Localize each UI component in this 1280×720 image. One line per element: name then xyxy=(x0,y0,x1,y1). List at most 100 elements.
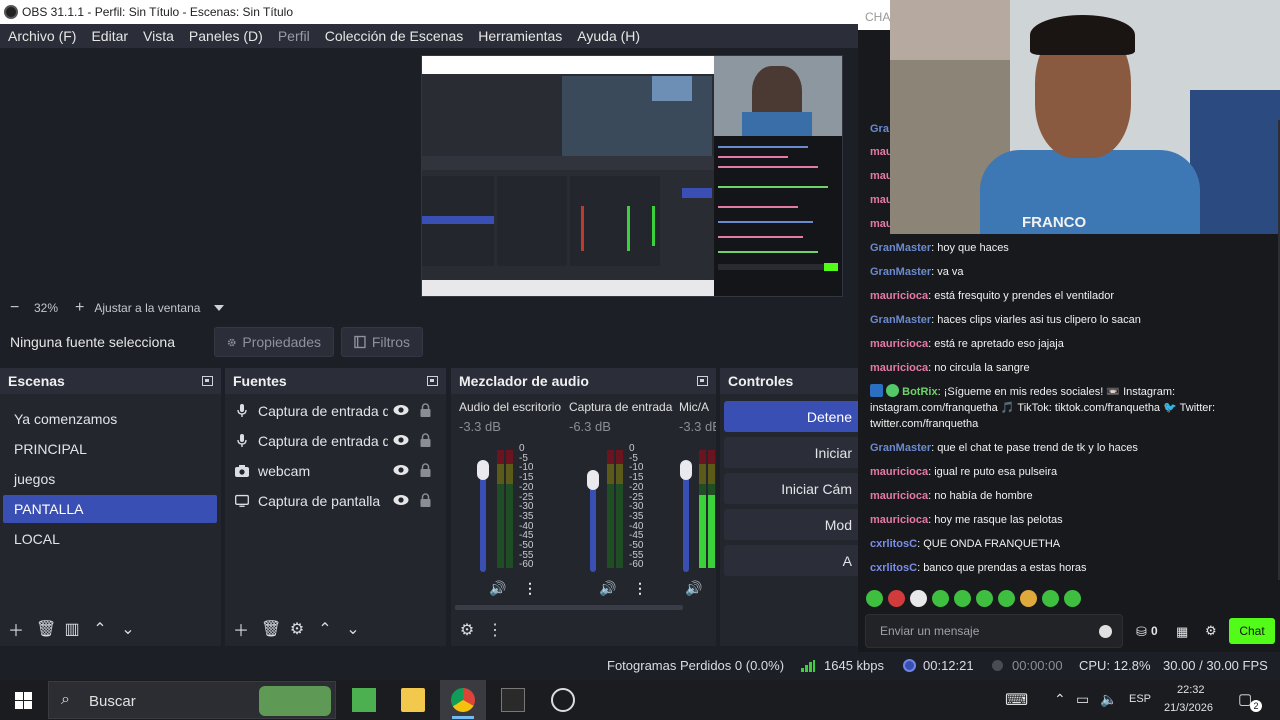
lock-icon[interactable] xyxy=(420,433,431,447)
menu-profile[interactable]: Perfil xyxy=(278,28,310,44)
emote-icon[interactable] xyxy=(932,590,949,607)
scene-item[interactable]: PRINCIPAL xyxy=(3,435,217,463)
volume-fader-knob[interactable] xyxy=(680,460,692,480)
preview-nested-titlebar xyxy=(422,56,714,74)
add-source-icon[interactable]: ＋ xyxy=(233,617,249,641)
obs-taskbar-icon[interactable] xyxy=(551,688,575,712)
source-item[interactable]: webcam xyxy=(225,456,446,486)
undock-icon[interactable] xyxy=(202,376,213,386)
source-item[interactable]: Captura de entrada de audio xyxy=(225,396,446,426)
scene-item[interactable]: Ya comenzamos xyxy=(3,405,217,433)
scene-filter-icon[interactable]: ▥ xyxy=(64,619,80,639)
menu-file[interactable]: Archivo (F) xyxy=(8,28,76,44)
more-options-icon[interactable]: ⋮ xyxy=(523,580,537,597)
source-item[interactable]: Captura de entrada de audio xyxy=(225,426,446,456)
menu-docks[interactable]: Paneles (D) xyxy=(189,28,263,44)
lock-icon[interactable] xyxy=(420,403,431,417)
emoji-icon[interactable] xyxy=(1099,625,1112,638)
menu-tools[interactable]: Herramientas xyxy=(478,28,562,44)
trash-icon[interactable]: 🗑 xyxy=(36,619,56,639)
points-icon[interactable]: ⛁ xyxy=(1136,624,1147,640)
file-explorer-icon[interactable] xyxy=(401,688,425,712)
start-recording-button[interactable]: Iniciar xyxy=(724,437,858,468)
properties-button[interactable]: Propiedades xyxy=(214,327,334,357)
emote-icon[interactable] xyxy=(1042,590,1059,607)
move-up-icon[interactable]: ⌃ xyxy=(317,619,333,639)
emote-icon[interactable] xyxy=(866,590,883,607)
live-indicator-icon xyxy=(903,659,916,672)
lock-icon[interactable] xyxy=(420,463,431,477)
scene-item[interactable]: LOCAL xyxy=(3,525,217,553)
settings-button[interactable]: A xyxy=(724,545,858,576)
emote-icon[interactable] xyxy=(998,590,1015,607)
advanced-audio-icon[interactable]: ⚙ xyxy=(459,620,475,640)
speaker-icon[interactable]: 🔊 xyxy=(489,580,506,597)
scenes-dock-header: Escenas xyxy=(0,368,221,394)
zoom-level: 32% xyxy=(34,301,59,315)
visibility-icon[interactable] xyxy=(393,404,409,416)
taskbar-time[interactable]: 22:32 xyxy=(1177,684,1205,696)
zoom-out-button[interactable]: − xyxy=(10,299,22,317)
start-virtual-camera-button[interactable]: Iniciar Cám xyxy=(724,473,858,504)
stop-streaming-button[interactable]: Detene xyxy=(724,401,858,432)
gear-icon[interactable]: ⚙ xyxy=(289,619,305,639)
volume-fader-knob[interactable] xyxy=(587,470,599,490)
emote-icon[interactable] xyxy=(1020,590,1037,607)
webcam-shirt xyxy=(980,150,1200,234)
menu-help[interactable]: Ayuda (H) xyxy=(577,28,640,44)
more-options-icon[interactable]: ⋮ xyxy=(487,620,503,640)
emote-icon[interactable] xyxy=(976,590,993,607)
menu-view[interactable]: Vista xyxy=(143,28,174,44)
chevron-up-icon[interactable]: ⌃ xyxy=(1054,691,1066,708)
undock-icon[interactable] xyxy=(427,376,438,386)
add-scene-icon[interactable]: ＋ xyxy=(8,617,24,641)
mixer-scrollbar[interactable] xyxy=(455,605,683,610)
send-chat-button[interactable]: Chat xyxy=(1229,618,1275,644)
visibility-icon[interactable] xyxy=(393,464,409,476)
taskbar-date[interactable]: 21/3/2026 xyxy=(1164,702,1213,714)
zoom-fit-select[interactable]: Ajustar a la ventana xyxy=(94,301,200,315)
visibility-icon[interactable] xyxy=(393,494,409,506)
scene-item-selected[interactable]: PANTALLA xyxy=(3,495,217,523)
chat-username[interactable]: Gra xyxy=(870,123,889,135)
move-up-icon[interactable]: ⌃ xyxy=(92,619,108,639)
trash-icon[interactable]: 🗑 xyxy=(261,619,281,639)
windows-start-icon[interactable] xyxy=(15,692,32,709)
undock-icon[interactable] xyxy=(697,376,708,386)
minecraft-icon[interactable] xyxy=(352,688,376,712)
mixer-channel-db: -3.3 dB xyxy=(679,419,716,434)
gear-icon[interactable]: ⚙ xyxy=(1205,623,1217,639)
emote-icon[interactable] xyxy=(910,590,927,607)
source-item[interactable]: Captura de pantalla xyxy=(225,486,446,516)
visibility-icon[interactable] xyxy=(393,434,409,446)
more-options-icon[interactable]: ⋮ xyxy=(633,580,647,597)
volume-icon[interactable]: 🔈 xyxy=(1100,691,1117,708)
epic-games-icon[interactable] xyxy=(501,688,525,712)
zoom-bar: − 32% + Ajustar a la ventana xyxy=(0,298,858,318)
zoom-in-button[interactable]: + xyxy=(75,299,84,317)
lock-icon[interactable] xyxy=(420,493,431,507)
move-down-icon[interactable]: ⌄ xyxy=(345,619,361,639)
volume-fader-knob[interactable] xyxy=(477,460,489,480)
keyboard-icon[interactable]: ⌨ xyxy=(1005,690,1028,710)
chrome-icon[interactable] xyxy=(451,688,475,712)
move-down-icon[interactable]: ⌄ xyxy=(120,619,136,639)
emote-icon[interactable] xyxy=(1064,590,1081,607)
menu-scene-collection[interactable]: Colección de Escenas xyxy=(325,28,464,44)
menu-edit[interactable]: Editar xyxy=(91,28,128,44)
studio-mode-button[interactable]: Mod xyxy=(724,509,858,540)
preview-chat-send xyxy=(824,263,838,271)
taskbar-search-box[interactable]: ⌕ Buscar xyxy=(48,681,336,719)
language-indicator[interactable]: ESP xyxy=(1129,693,1151,705)
speaker-icon[interactable]: 🔊 xyxy=(685,580,702,597)
scene-item[interactable]: juegos xyxy=(3,465,217,493)
emote-icon[interactable] xyxy=(888,590,905,607)
chat-input-field[interactable]: Enviar un mensaje xyxy=(865,614,1123,648)
network-icon[interactable]: ▭ xyxy=(1076,691,1089,708)
store-icon[interactable]: ▦ xyxy=(1176,624,1188,640)
filter-icon xyxy=(354,335,366,349)
filters-button[interactable]: Filtros xyxy=(341,327,423,357)
speaker-icon[interactable]: 🔊 xyxy=(599,580,616,597)
chevron-down-icon[interactable] xyxy=(214,305,225,311)
emote-icon[interactable] xyxy=(954,590,971,607)
